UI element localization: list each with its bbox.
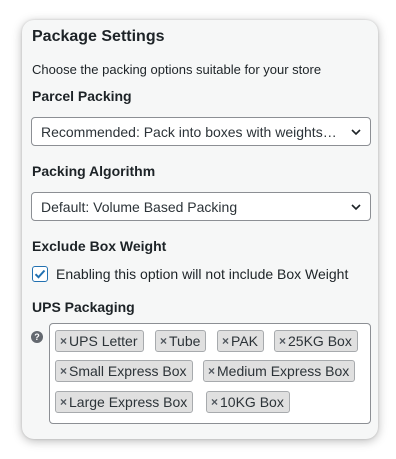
panel-title: Package Settings [32,28,165,45]
ups-packaging-multiselect[interactable]: × UPS Letter × Tube × PAK × 25KG Box × S… [49,323,371,424]
tag-tube[interactable]: × Tube [155,330,207,352]
exclude-box-weight-label: Exclude Box Weight [32,238,167,254]
exclude-box-weight-checkbox-label[interactable]: Enabling this option will not include Bo… [56,266,348,282]
tag-10kg-box[interactable]: × 10KG Box [206,391,290,413]
remove-tag-icon[interactable]: × [222,334,229,348]
tag-label: 25KG Box [288,333,352,349]
tag-label: UPS Letter [69,333,138,349]
parcel-packing-select[interactable]: Recommended: Pack into boxes with weight… [31,117,371,146]
exclude-box-weight-checkbox[interactable] [32,266,48,282]
checkmark-icon [34,269,46,279]
tag-pak[interactable]: × PAK [217,330,264,352]
tag-medium-express-box[interactable]: × Medium Express Box [203,360,356,382]
parcel-packing-value: Recommended: Pack into boxes with weight… [41,123,340,140]
package-settings-panel: Package Settings Choose the packing opti… [22,20,378,439]
tag-label: Large Express Box [69,394,188,410]
tag-large-express-box[interactable]: × Large Express Box [55,391,194,413]
remove-tag-icon[interactable]: × [208,364,215,378]
remove-tag-icon[interactable]: × [60,364,67,378]
chevron-down-icon [351,204,361,211]
remove-tag-icon[interactable]: × [211,395,218,409]
tag-small-express-box[interactable]: × Small Express Box [55,360,193,382]
exclude-box-weight-row: Enabling this option will not include Bo… [32,266,348,282]
chevron-down-icon [351,129,361,136]
packing-algorithm-value: Default: Volume Based Packing [41,198,238,215]
tag-25kg-box[interactable]: × 25KG Box [274,330,358,352]
tag-label: Small Express Box [69,363,187,379]
remove-tag-icon[interactable]: × [160,334,167,348]
parcel-packing-label: Parcel Packing [32,88,132,104]
packing-algorithm-label: Packing Algorithm [32,163,156,179]
tag-ups-letter[interactable]: × UPS Letter [55,330,144,352]
tag-label: 10KG Box [220,394,284,410]
tag-label: Medium Express Box [217,363,350,379]
ups-packaging-label: UPS Packaging [32,299,135,315]
tag-label: Tube [169,333,201,349]
remove-tag-icon[interactable]: × [279,334,286,348]
packing-algorithm-select[interactable]: Default: Volume Based Packing [31,192,371,221]
tag-label: PAK [231,333,258,349]
help-icon[interactable]: ? [31,331,43,343]
remove-tag-icon[interactable]: × [60,334,67,348]
remove-tag-icon[interactable]: × [60,395,67,409]
panel-description: Choose the packing options suitable for … [32,62,322,77]
